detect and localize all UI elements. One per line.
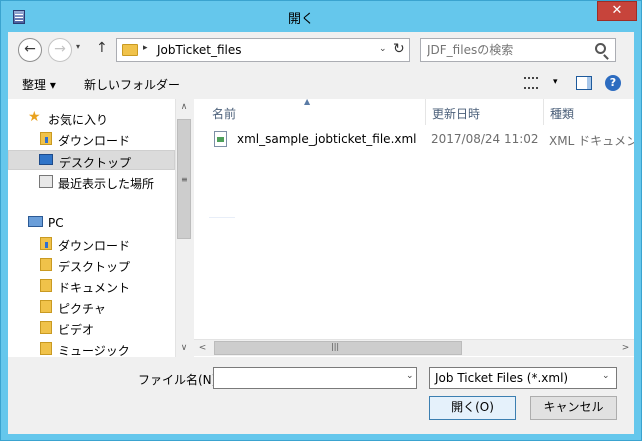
close-button[interactable]: ✕ (597, 1, 637, 21)
videos-folder-icon (40, 321, 52, 334)
dialog-body: ← → ▾ ↑ ▸ JobTicket_files ⌄ ↻ 整理 ▾ 新しいフォ… (8, 32, 634, 434)
sidebar-item-desktop[interactable]: デスクトップ (8, 150, 175, 170)
column-header-label: 種類 (550, 107, 575, 121)
back-button[interactable]: ← (18, 38, 42, 62)
column-header-label: 名前 (212, 107, 237, 121)
command-bar: 整理 ▾ 新しいフォルダー ▾ ? (8, 69, 634, 97)
folder-icon (122, 44, 138, 56)
table-row[interactable]: xml_sample_jobticket_file.xml 2017/08/24… (194, 129, 634, 151)
recent-locations-dropdown-icon[interactable]: ▾ (76, 42, 80, 51)
recent-places-icon (39, 175, 53, 188)
file-list: ▲ 名前 更新日時 種類 xml_sample_jobticket_file.x… (194, 99, 634, 357)
sidebar-item-pc[interactable]: PC (8, 213, 175, 233)
scroll-up-icon[interactable]: ∧ (176, 99, 192, 116)
sidebar-item-videos[interactable]: ビデオ (8, 318, 175, 338)
search-input[interactable] (427, 42, 587, 58)
grip-icon: ||| (331, 342, 340, 351)
sidebar-item-documents[interactable]: ドキュメント (8, 276, 175, 296)
sidebar-item-downloads[interactable]: ダウンロード (8, 129, 175, 149)
window-title: 開く (287, 12, 314, 27)
sidebar-item-label: ドキュメント (58, 281, 131, 295)
column-header-label: 更新日時 (432, 107, 481, 121)
sidebar-item-music[interactable]: ミュージック (8, 339, 175, 357)
downloads-folder-icon (40, 132, 52, 145)
navigation-pane-scrollbar[interactable]: ∧ ≡ ∨ (175, 99, 192, 357)
preview-pane-icon[interactable] (576, 76, 592, 90)
sidebar-item-label: デスクトップ (58, 260, 131, 274)
sidebar-item-label: お気に入り (48, 113, 109, 127)
scroll-down-icon[interactable]: ∨ (176, 340, 192, 357)
view-options-icon[interactable] (524, 77, 538, 89)
pictures-folder-icon (40, 300, 52, 313)
column-header-modified[interactable]: 更新日時 (426, 99, 544, 125)
open-file-dialog: 開く ✕ ← → ▾ ↑ ▸ JobTicket_files ⌄ ↻ 整理 ▾ … (0, 0, 642, 441)
file-name: xml_sample_jobticket_file.xml (237, 132, 417, 146)
downloads-folder-icon (40, 237, 52, 250)
column-header-name[interactable]: ▲ 名前 (194, 99, 426, 125)
sidebar-item-label: ピクチャ (58, 302, 106, 316)
file-type: XML ドキュメント (549, 134, 634, 148)
xml-file-icon (214, 131, 227, 147)
organize-menu-button[interactable]: 整理 ▾ (22, 76, 56, 93)
grip-icon: ≡ (181, 175, 188, 184)
pc-icon (28, 216, 43, 227)
breadcrumb-current-folder[interactable]: JobTicket_files (157, 43, 242, 57)
sidebar-item-label: ダウンロード (58, 134, 131, 148)
documents-folder-icon (40, 279, 52, 292)
sidebar-item-label: PC (48, 216, 64, 230)
column-header-type[interactable]: 種類 (544, 99, 634, 125)
navigation-pane: ★ お気に入り ダウンロード デスクトップ 最近表示した場所 PC ダウンロード… (8, 99, 175, 357)
sidebar-item-label: デスクトップ (59, 156, 132, 170)
desktop-folder-icon (40, 258, 52, 271)
chevron-down-icon[interactable]: ⌄ (406, 371, 414, 381)
help-icon[interactable]: ? (605, 75, 621, 91)
breadcrumb-chevron-icon[interactable]: ▸ (143, 43, 148, 53)
file-list-hscrollbar[interactable]: < ||| > (194, 339, 634, 356)
chevron-down-icon[interactable]: ⌄ (602, 371, 610, 381)
title-bar[interactable]: 開く ✕ (1, 1, 641, 32)
sidebar-item-pc-downloads[interactable]: ダウンロード (8, 234, 175, 254)
search-box[interactable] (420, 38, 616, 62)
new-folder-button[interactable]: 新しいフォルダー (84, 76, 180, 93)
up-folder-icon[interactable]: ↑ (96, 40, 108, 56)
scrollbar-thumb[interactable]: ||| (214, 341, 462, 355)
scroll-right-icon[interactable]: > (617, 340, 634, 356)
sidebar-item-label: 最近表示した場所 (58, 177, 155, 191)
star-icon: ★ (28, 109, 41, 125)
desktop-icon (39, 154, 53, 165)
sidebar-item-pc-desktop[interactable]: デスクトップ (8, 255, 175, 275)
scrollbar-thumb[interactable]: ≡ (177, 119, 191, 239)
view-options-dropdown-icon[interactable]: ▾ (553, 77, 558, 87)
scroll-left-icon[interactable]: < (194, 340, 211, 356)
filename-label: ファイル名(N): (138, 373, 221, 387)
cancel-button[interactable]: キャンセル (530, 396, 617, 420)
close-icon: ✕ (611, 3, 623, 18)
sidebar-item-label: ビデオ (58, 323, 95, 337)
focus-remnant (209, 217, 235, 218)
open-button[interactable]: 開く(O) (429, 396, 516, 420)
forward-button[interactable]: → (48, 38, 72, 62)
address-history-chevron-icon[interactable]: ⌄ (379, 44, 387, 54)
sidebar-item-pictures[interactable]: ピクチャ (8, 297, 175, 317)
file-modified: 2017/08/24 11:02 (431, 132, 539, 146)
sort-ascending-icon: ▲ (304, 99, 311, 106)
search-icon[interactable] (595, 43, 606, 54)
music-folder-icon (40, 342, 52, 355)
forward-arrow-icon: → (54, 41, 66, 57)
filename-input[interactable] (217, 370, 397, 386)
file-type-filter[interactable]: Job Ticket Files (*.xml) ⌄ (429, 367, 617, 389)
address-bar[interactable]: ▸ JobTicket_files ⌄ ↻ (116, 38, 410, 62)
sidebar-item-favorites[interactable]: ★ お気に入り (8, 108, 175, 128)
sidebar-item-label: ダウンロード (58, 239, 131, 253)
refresh-icon[interactable]: ↻ (393, 41, 405, 57)
back-arrow-icon: ← (24, 41, 36, 57)
file-type-filter-value: Job Ticket Files (*.xml) (435, 371, 569, 385)
sidebar-item-recent-places[interactable]: 最近表示した場所 (8, 172, 175, 192)
sidebar-item-label: ミュージック (58, 344, 130, 357)
filename-combobox[interactable]: ⌄ (213, 367, 417, 389)
